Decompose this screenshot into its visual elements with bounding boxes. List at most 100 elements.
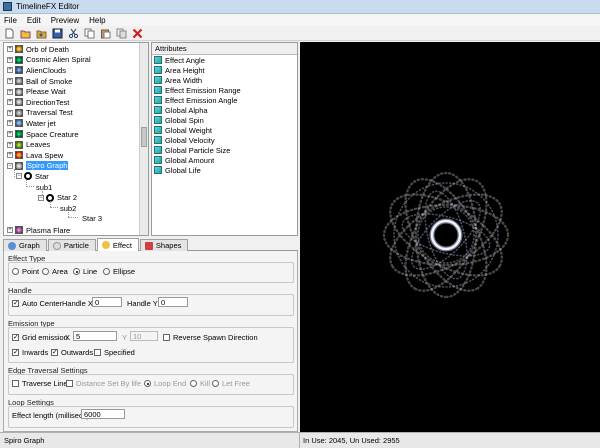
attributes-header[interactable]: Attributes <box>152 43 297 55</box>
radio-let-free[interactable]: Let Free <box>212 379 250 388</box>
cut-icon[interactable] <box>68 28 79 39</box>
expand-icon[interactable]: + <box>7 152 13 159</box>
preview-viewport[interactable] <box>300 42 600 432</box>
collapse-icon[interactable]: − <box>16 173 22 180</box>
attribute-item[interactable]: Effect Emission Range <box>152 85 297 95</box>
copy-icon[interactable] <box>84 28 95 39</box>
grid-y-field[interactable]: 10 <box>130 331 158 341</box>
tree-item[interactable]: Star 3 <box>82 214 102 225</box>
tree-item[interactable]: + Please Wait <box>7 86 66 97</box>
expand-icon[interactable]: + <box>7 88 13 95</box>
expand-icon[interactable]: + <box>7 131 13 138</box>
radio-area[interactable]: Area <box>42 267 68 276</box>
collapse-icon[interactable]: − <box>7 162 13 169</box>
tree-scrollbar[interactable] <box>139 43 148 235</box>
attribute-item[interactable]: Global Velocity <box>152 135 297 145</box>
tab-shapes[interactable]: Shapes <box>139 239 189 251</box>
checkbox[interactable] <box>94 349 101 356</box>
tab-particle[interactable]: Particle <box>47 239 96 251</box>
traverse-line-checkbox[interactable]: Traverse Line <box>12 379 68 388</box>
attribute-item[interactable]: Global Spin <box>152 115 297 125</box>
attribute-item[interactable]: Global Weight <box>152 125 297 135</box>
new-icon[interactable] <box>4 28 15 39</box>
expand-icon[interactable]: + <box>7 46 13 53</box>
radio-button[interactable] <box>212 380 219 387</box>
menu-help[interactable]: Help <box>89 16 105 25</box>
checkbox[interactable] <box>12 380 19 387</box>
grid-x-field[interactable]: 5 <box>73 331 117 341</box>
tree-item[interactable]: + DirectionTest <box>7 97 69 108</box>
auto-center-checkbox[interactable]: ✓ Auto Center <box>12 299 62 308</box>
expand-icon[interactable]: + <box>7 56 13 63</box>
tab-effect[interactable]: Effect <box>96 238 139 251</box>
radio-button[interactable] <box>42 268 49 275</box>
tree-scroll-thumb[interactable] <box>141 127 147 147</box>
attribute-item[interactable]: Effect Emission Angle <box>152 95 297 105</box>
checkbox[interactable] <box>163 334 170 341</box>
attribute-item[interactable]: Global Particle Size <box>152 145 297 155</box>
expand-icon[interactable]: + <box>7 227 13 234</box>
expand-icon[interactable]: + <box>7 99 13 106</box>
radio-point[interactable]: Point <box>12 267 39 276</box>
attribute-item[interactable]: Area Height <box>152 65 297 75</box>
tree-item[interactable]: + Space Creature <box>7 129 79 140</box>
tree-item[interactable]: + Orb of Death <box>7 44 69 55</box>
tree-item[interactable]: + Leaves <box>7 139 50 150</box>
radio-button[interactable] <box>190 380 197 387</box>
attribute-item[interactable]: Global Amount <box>152 155 297 165</box>
radio-loop-end[interactable]: Loop End <box>144 379 186 388</box>
effect-length-field[interactable]: 6000 <box>81 409 125 419</box>
paste-icon[interactable] <box>100 28 111 39</box>
checkbox[interactable]: ✓ <box>51 349 58 356</box>
checkbox[interactable]: ✓ <box>12 349 19 356</box>
tree-item-selected[interactable]: − Spiro Graph <box>7 161 69 172</box>
tree-item[interactable]: + Ball of Smoke <box>7 76 72 87</box>
effects-tree[interactable]: + Orb of Death + Cosmic Alien Spiral + Alie… <box>3 42 149 236</box>
menu-file[interactable]: File <box>4 16 17 25</box>
tree-item[interactable]: + Water jet <box>7 118 56 129</box>
checkbox[interactable]: ✓ <box>12 334 19 341</box>
attribute-item[interactable]: Global Alpha <box>152 105 297 115</box>
handle-y-field[interactable]: 0 <box>158 297 188 307</box>
specified-checkbox[interactable]: Specified <box>94 348 135 357</box>
distance-set-checkbox[interactable]: Distance Set By life <box>66 379 141 388</box>
tree-item[interactable]: + AlienClouds <box>7 65 66 76</box>
reverse-spawn-checkbox[interactable]: Reverse Spawn Direction <box>163 333 258 342</box>
attribute-item[interactable]: Effect Angle <box>152 55 297 65</box>
expand-icon[interactable]: + <box>7 67 13 74</box>
tree-item[interactable]: + Traversal Test <box>7 108 73 119</box>
tree-item[interactable]: + Lava Spew <box>7 150 63 161</box>
checkbox[interactable]: ✓ <box>12 300 19 307</box>
delete-icon[interactable] <box>132 28 143 39</box>
radio-line[interactable]: Line <box>73 267 97 276</box>
tab-graph[interactable]: Graph <box>3 239 47 251</box>
expand-icon[interactable]: + <box>7 141 13 148</box>
menu-preview[interactable]: Preview <box>51 16 79 25</box>
clone-icon[interactable] <box>116 28 127 39</box>
menu-edit[interactable]: Edit <box>27 16 41 25</box>
radio-kill[interactable]: Kill <box>190 379 210 388</box>
import-icon[interactable] <box>36 28 47 39</box>
radio-button[interactable] <box>144 380 151 387</box>
radio-ellipse[interactable]: Ellipse <box>103 267 135 276</box>
open-icon[interactable] <box>20 28 31 39</box>
save-icon[interactable] <box>52 28 63 39</box>
tree-item[interactable]: − Star 2 <box>38 192 77 203</box>
attribute-item[interactable]: Area Width <box>152 75 297 85</box>
tree-item[interactable]: sub1 <box>36 182 52 193</box>
expand-icon[interactable]: + <box>7 109 13 116</box>
tree-item[interactable]: + Plasma Flare <box>7 225 70 235</box>
attribute-item[interactable]: Global Life <box>152 165 297 175</box>
radio-button[interactable] <box>73 268 80 275</box>
tree-item[interactable]: + Cosmic Alien Spiral <box>7 55 91 66</box>
tree-item[interactable]: − Star <box>16 171 49 182</box>
handle-x-field[interactable]: 0 <box>92 297 122 307</box>
grid-emission-checkbox[interactable]: ✓ Grid emission <box>12 333 68 342</box>
collapse-icon[interactable]: − <box>38 194 44 201</box>
radio-button[interactable] <box>12 268 19 275</box>
inwards-checkbox[interactable]: ✓ Inwards <box>12 348 48 357</box>
radio-button[interactable] <box>103 268 110 275</box>
expand-icon[interactable]: + <box>7 120 13 127</box>
expand-icon[interactable]: + <box>7 78 13 85</box>
outwards-checkbox[interactable]: ✓ Outwards <box>51 348 93 357</box>
